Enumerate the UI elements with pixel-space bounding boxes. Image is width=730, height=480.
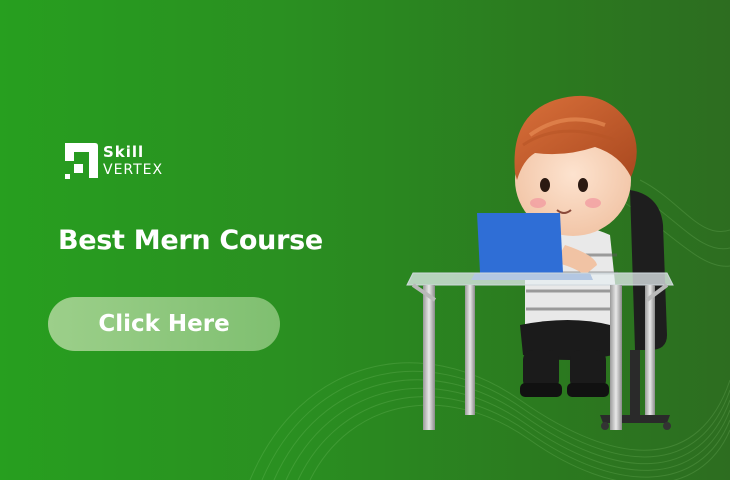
click-here-button[interactable]: Click Here <box>48 297 280 351</box>
brand-name-vertex: VERTEX <box>103 162 164 178</box>
student-at-laptop-illustration <box>406 95 674 430</box>
brand-name-skill: Skill <box>103 143 145 161</box>
headline: Best Mern Course <box>58 225 323 256</box>
skill-vertex-logo: Skill VERTEX <box>62 141 182 183</box>
skill-vertex-logo-icon <box>65 143 98 179</box>
course-banner: Skill VERTEX Best Mern Course Click Here <box>0 0 730 480</box>
